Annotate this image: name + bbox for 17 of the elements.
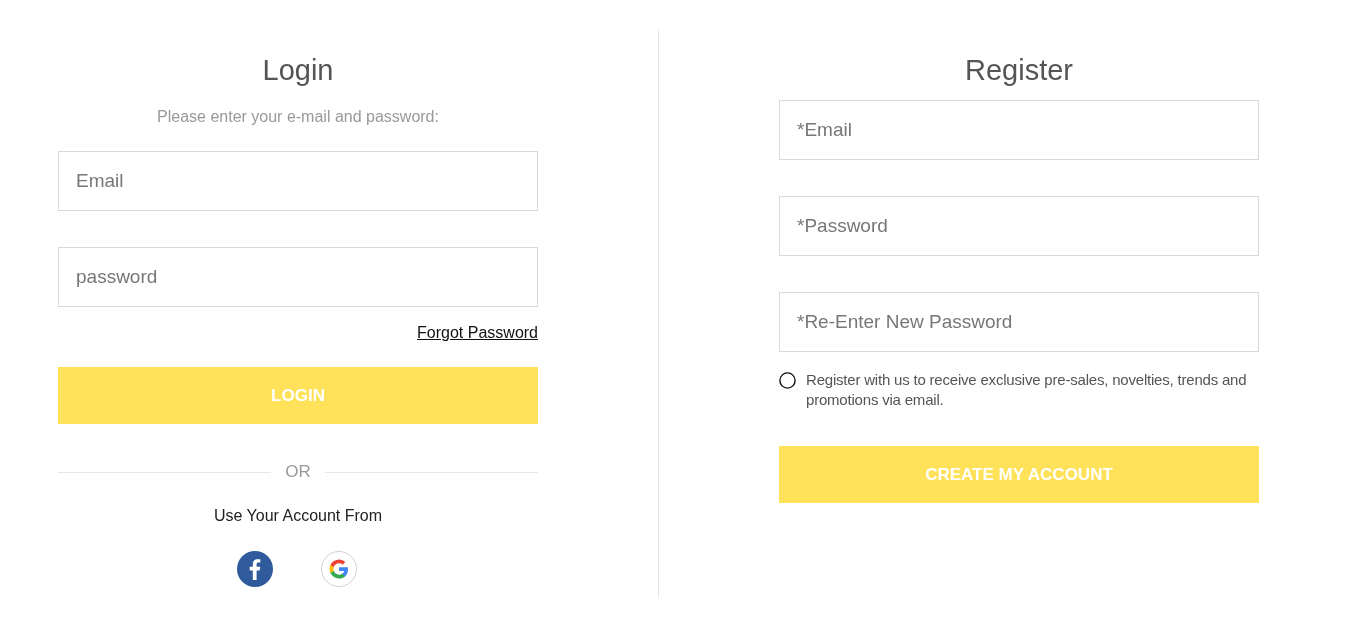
login-instructions: Please enter your e-mail and password:	[157, 107, 439, 127]
email-field[interactable]: Email	[58, 151, 538, 211]
login-heading: Login	[262, 53, 334, 88]
facebook-icon[interactable]	[237, 551, 273, 587]
password-field[interactable]: *Password	[779, 196, 1259, 256]
social-login-prompt: Use Your Account From	[213, 506, 383, 526]
newsletter-consent-label: Register with us to receive exclusive pre-sales, novelties, trends and promotions via email.	[806, 370, 1248, 410]
google-icon[interactable]	[321, 551, 357, 587]
password-field[interactable]: password	[58, 247, 538, 307]
or-separator-text: OR	[285, 462, 311, 482]
radio-button[interactable]	[779, 372, 796, 389]
email-field[interactable]: *Email	[779, 100, 1259, 160]
confirm-password-field[interactable]: *Re-Enter New Password	[779, 292, 1259, 352]
forgot-password-link[interactable]: Forgot Password	[417, 323, 538, 343]
create-account-button[interactable]: CREATE MY ACCOUNT	[779, 446, 1259, 503]
login-button[interactable]: LOGIN	[58, 367, 538, 424]
register-heading: Register	[965, 53, 1073, 88]
